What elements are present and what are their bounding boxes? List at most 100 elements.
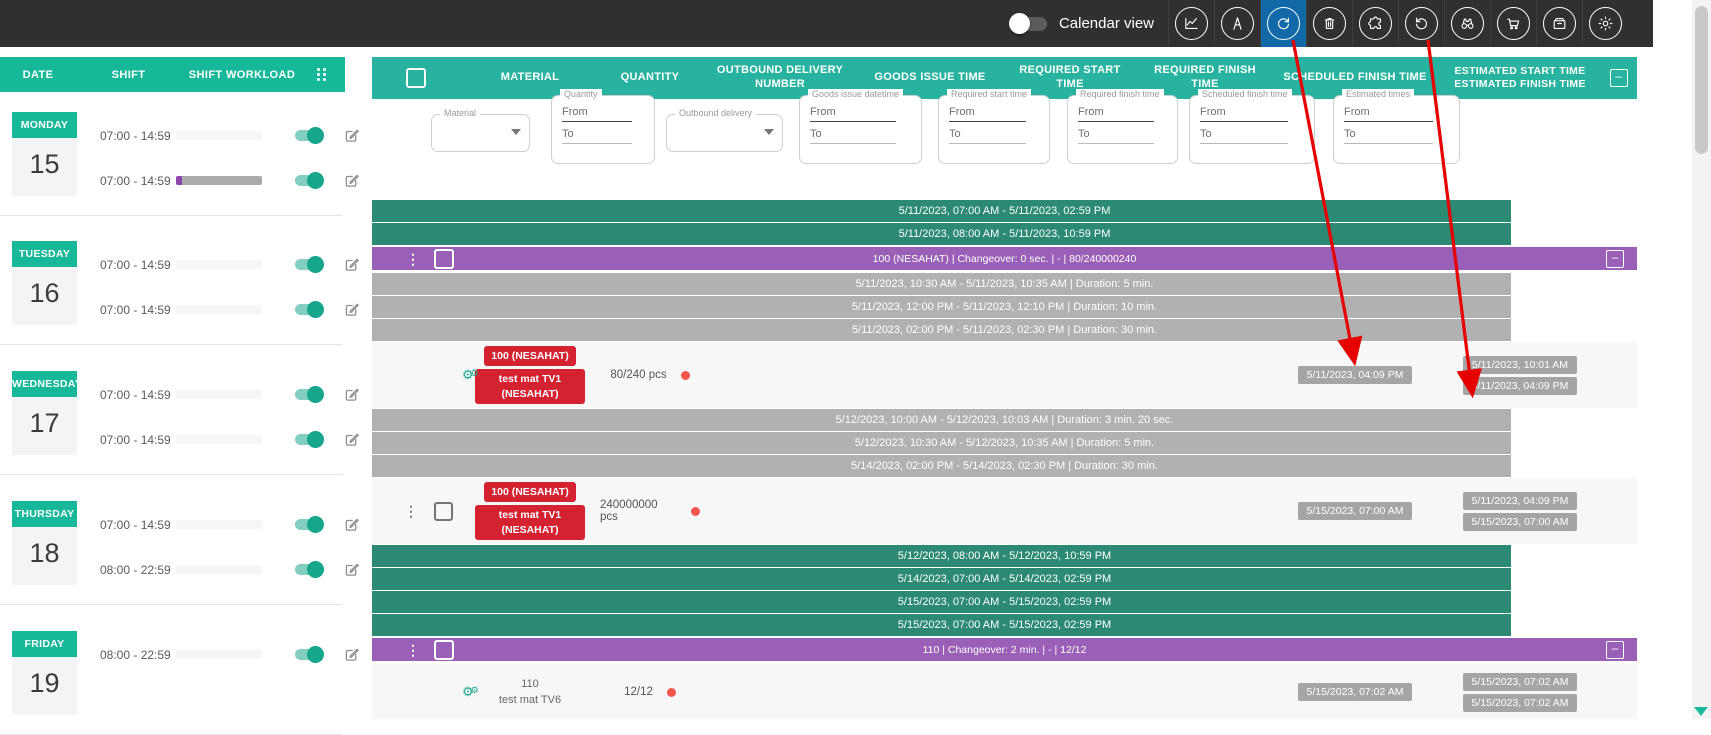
shift-row: 07:00 - 14:59	[88, 417, 372, 462]
checkbox-cell	[426, 502, 460, 521]
filter-from-input[interactable]: From	[949, 106, 1026, 122]
shift-rows: 07:00 - 14:5907:00 - 14:59	[88, 372, 372, 462]
group-checkbox[interactable]	[434, 249, 454, 269]
filter-from-input[interactable]: From	[1078, 106, 1154, 122]
filter-from-input[interactable]: From	[1200, 106, 1288, 122]
filter-from-input[interactable]: From	[810, 106, 896, 122]
scrollbar-thumb[interactable]	[1695, 6, 1708, 154]
kebab-menu-icon[interactable]: ⋮	[406, 643, 420, 657]
day-cell: MONDAY15	[12, 112, 77, 196]
edit-shift-icon[interactable]	[343, 386, 361, 404]
filter-to-input[interactable]: To	[1344, 128, 1433, 144]
filter-material[interactable]: Material	[431, 114, 530, 152]
shift-workload-bar	[176, 305, 262, 314]
refresh-icon-button[interactable]	[1260, 0, 1306, 47]
shift-rows: 07:00 - 14:5907:00 - 14:59	[88, 113, 372, 203]
shift-enabled-toggle[interactable]	[295, 259, 322, 270]
cart-icon	[1497, 7, 1530, 40]
material-badge: test mat TV1 (NESAHAT)	[475, 505, 585, 539]
material-cell: ⚙⚙110test mat TV6	[460, 676, 600, 709]
edit-shift-icon[interactable]	[343, 301, 361, 319]
archive-icon-button[interactable]	[1536, 0, 1582, 47]
shift-enabled-toggle[interactable]	[295, 175, 322, 186]
scheduled-finish-cell: 5/11/2023, 04:09 PM	[1270, 366, 1440, 384]
filter-required-finish-time[interactable]: Required finish timeFromTo	[1067, 95, 1178, 164]
shift-time-label: 07:00 - 14:59	[88, 518, 176, 532]
row-band-text: 5/15/2023, 07:00 AM - 5/15/2023, 02:59 P…	[372, 591, 1637, 613]
shift-workload-bar	[176, 565, 262, 574]
edit-shift-icon[interactable]	[343, 561, 361, 579]
group-collapse-button[interactable]: –	[1606, 641, 1624, 659]
quantity-value: 12/12	[624, 686, 653, 698]
edit-shift-icon[interactable]	[343, 431, 361, 449]
estimated-time-badge: 5/15/2023, 07:02 AM	[1463, 673, 1578, 691]
shift-enabled-toggle[interactable]	[295, 564, 322, 575]
column-header-material: MATERIAL	[460, 71, 600, 85]
kebab-menu-icon[interactable]: ⋮	[404, 504, 418, 518]
puzzle-icon-button[interactable]	[1352, 0, 1398, 47]
calendar-view-toggle[interactable]	[1011, 17, 1047, 31]
sidebar-menu-icon[interactable]	[317, 68, 327, 81]
shift-enabled-toggle[interactable]	[295, 389, 322, 400]
column-header-scheduled_finish: SCHEDULED FINISH TIME	[1270, 71, 1440, 85]
line-chart-icon-button[interactable]	[1168, 0, 1214, 47]
material-badge: test mat TV1 (NESAHAT)	[475, 369, 585, 403]
edit-shift-icon[interactable]	[343, 646, 361, 664]
estimated-times: 5/11/2023, 04:09 PM5/15/2023, 07:00 AM	[1463, 492, 1578, 531]
estimated-time-badge: 5/11/2023, 04:09 PM	[1463, 377, 1578, 395]
group-checkbox[interactable]	[434, 640, 454, 660]
order-row: ⚙⚙110test mat TV6 12/12 5/15/2023, 07:02 A…	[372, 664, 1637, 719]
filter-label: Required start time	[947, 89, 1031, 99]
shift-enabled-toggle[interactable]	[295, 519, 322, 530]
toggle-knob	[307, 301, 324, 318]
column-header-quantity: QUANTITY	[600, 71, 700, 85]
filter-to-input[interactable]: To	[1200, 128, 1288, 144]
shift-workload-bar	[176, 176, 262, 185]
shift-enabled-toggle[interactable]	[295, 130, 322, 141]
shift-workload-bar	[176, 520, 262, 529]
binoculars-icon-button[interactable]	[1444, 0, 1490, 47]
filter-to-input[interactable]: To	[810, 128, 896, 144]
filter-to-input[interactable]: To	[562, 128, 632, 144]
filter-outbound-delivery[interactable]: Outbound delivery	[666, 114, 783, 152]
settings-icon-button[interactable]	[1582, 0, 1628, 47]
day-number: 18	[12, 538, 77, 569]
toggle-knob	[307, 386, 324, 403]
filter-from-input[interactable]: From	[1344, 106, 1433, 122]
shift-time-label: 08:00 - 22:59	[88, 563, 176, 577]
filter-estimated-times[interactable]: Estimated timesFromTo	[1333, 95, 1460, 164]
scheduled-finish-badge: 5/15/2023, 07:02 AM	[1298, 683, 1413, 701]
edit-shift-icon[interactable]	[343, 127, 361, 145]
collapse-all-button[interactable]: –	[1610, 69, 1628, 87]
filter-required-start-time[interactable]: Required start timeFromTo	[938, 95, 1050, 164]
row-checkbox[interactable]	[434, 502, 453, 521]
group-header-row[interactable]: ⋮100 (NESAHAT) | Changeover: 0 sec. | - …	[372, 247, 1637, 270]
drafting-icon-button[interactable]	[1214, 0, 1260, 47]
group-header-row[interactable]: ⋮110 | Changeover: 2 min. | - | 12/12–	[372, 638, 1637, 661]
scroll-down-icon[interactable]	[1694, 707, 1708, 716]
day-block-thursday: THURSDAY1807:00 - 14:5908:00 - 22:59	[0, 497, 372, 589]
vertical-scrollbar[interactable]	[1692, 0, 1711, 719]
shift-enabled-toggle[interactable]	[295, 434, 322, 445]
select-all-checkbox[interactable]	[406, 68, 426, 88]
filter-goods-issue-datetime[interactable]: Goods issue datetimeFromTo	[799, 95, 922, 164]
edit-shift-icon[interactable]	[343, 516, 361, 534]
filter-to-input[interactable]: To	[949, 128, 1026, 144]
edit-shift-icon[interactable]	[343, 256, 361, 274]
material-text: 110test mat TV6	[499, 676, 561, 709]
shift-enabled-toggle[interactable]	[295, 649, 322, 660]
filter-to-input[interactable]: To	[1078, 128, 1154, 144]
trash-icon-button[interactable]	[1306, 0, 1352, 47]
kebab-menu-icon[interactable]: ⋮	[406, 252, 420, 266]
edit-shift-icon[interactable]	[343, 172, 361, 190]
filter-from-input[interactable]: From	[562, 106, 632, 122]
downtime-row: 5/14/2023, 02:00 PM - 5/14/2023, 02:30 P…	[372, 455, 1637, 477]
filter-quantity[interactable]: QuantityFromTo	[551, 95, 655, 164]
column-header-outbound: OUTBOUND DELIVERY NUMBER	[700, 64, 860, 92]
group-collapse-button[interactable]: –	[1606, 250, 1624, 268]
undo-icon-button[interactable]	[1398, 0, 1444, 47]
cart-icon-button[interactable]	[1490, 0, 1536, 47]
shift-enabled-toggle[interactable]	[295, 304, 322, 315]
filter-scheduled-finish-time[interactable]: Scheduled finish timeFromTo	[1189, 95, 1315, 164]
day-number: 16	[12, 278, 77, 309]
